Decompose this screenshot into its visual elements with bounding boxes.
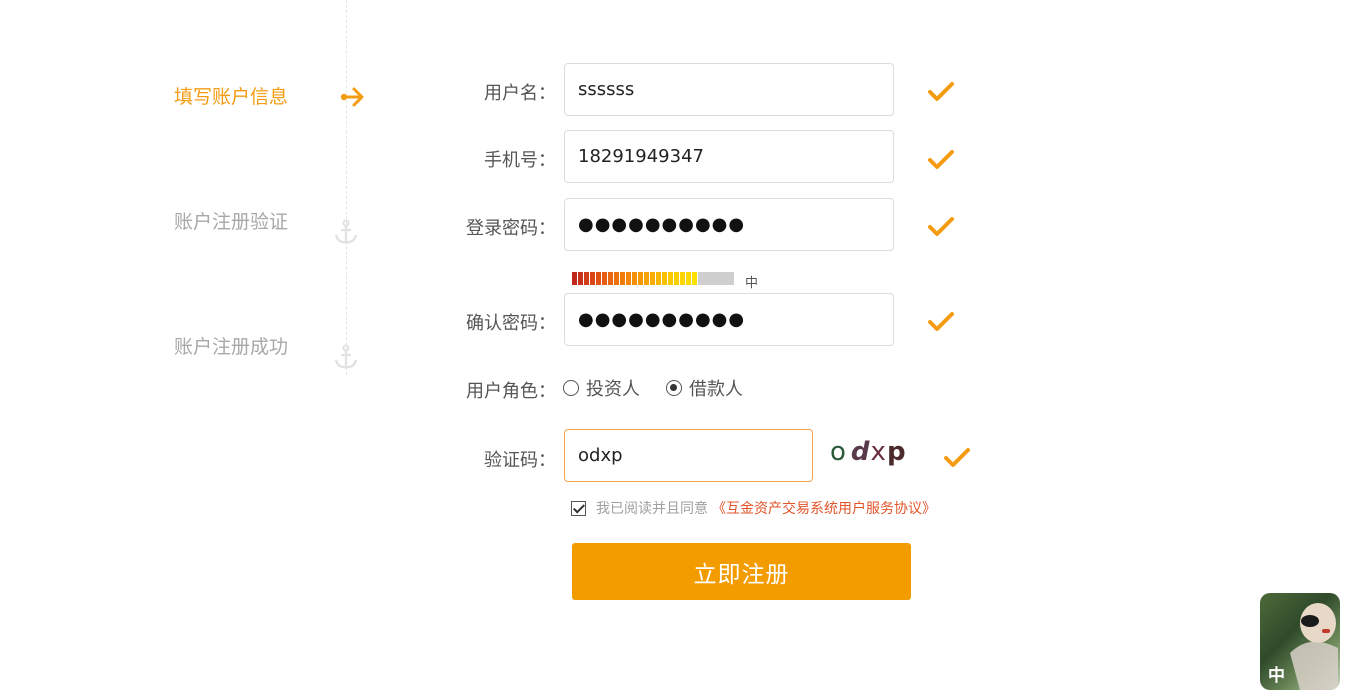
strength-segment: [596, 272, 601, 285]
check-icon: [928, 312, 954, 331]
strength-segment: [590, 272, 595, 285]
agreement-text: 我已阅读并且同意: [596, 501, 708, 517]
captcha-label: 验证码：: [484, 450, 556, 471]
strength-segment: [662, 272, 667, 285]
floating-avatar[interactable]: 中: [1260, 593, 1340, 690]
strength-segment: [614, 272, 619, 285]
role-option-investor[interactable]: 投资人: [586, 375, 640, 401]
captcha-input[interactable]: odxp: [564, 429, 813, 482]
strength-segment: [608, 272, 613, 285]
password-label: 登录密码：: [466, 218, 556, 239]
captcha-value: odxp: [578, 445, 623, 466]
agreement-row: 我已阅读并且同意 《互金资产交易系统用户服务协议》: [571, 498, 936, 518]
role-radio-group: 投资人 借款人: [563, 375, 743, 401]
confirm-password-value: ●●●●●●●●●●: [578, 309, 746, 330]
strength-segment: [626, 272, 631, 285]
strength-segment: [728, 272, 734, 285]
arrow-right-icon: [340, 87, 364, 107]
register-button[interactable]: 立即注册: [572, 543, 911, 600]
agreement-checkbox[interactable]: [571, 500, 586, 516]
strength-segment: [620, 272, 625, 285]
captcha-image[interactable]: o dxp: [830, 437, 907, 467]
strength-segment: [656, 272, 661, 285]
phone-value: 18291949347: [578, 146, 704, 167]
strength-segment: [632, 272, 637, 285]
password-input[interactable]: ●●●●●●●●●●: [564, 198, 894, 251]
phone-label: 手机号：: [484, 150, 556, 171]
phone-input[interactable]: 18291949347: [564, 130, 894, 183]
role-radio-investor[interactable]: [563, 380, 579, 396]
role-radio-borrower[interactable]: [666, 380, 682, 396]
anchor-icon: [334, 344, 358, 369]
strength-segment: [644, 272, 649, 285]
strength-segment: [572, 272, 577, 285]
confirm-password-label: 确认密码：: [466, 313, 556, 334]
agreement-link[interactable]: 《互金资产交易系统用户服务协议》: [712, 498, 936, 518]
username-label: 用户名：: [484, 83, 556, 104]
password-strength-label: 中: [745, 276, 759, 291]
strength-segment: [692, 272, 697, 285]
anchor-icon: [334, 219, 358, 244]
strength-segment: [668, 272, 673, 285]
strength-segment: [680, 272, 685, 285]
check-icon: [944, 448, 970, 467]
step-account-success: 账户注册成功: [174, 336, 289, 358]
check-icon: [928, 82, 954, 101]
role-label: 用户角色：: [466, 381, 556, 402]
strength-segment: [578, 272, 583, 285]
step-fill-account-info: 填写账户信息: [174, 86, 289, 108]
ime-badge: 中: [1268, 666, 1285, 686]
username-value: ssssss: [578, 79, 635, 100]
strength-segment: [638, 272, 643, 285]
password-value: ●●●●●●●●●●: [578, 214, 746, 235]
check-icon: [928, 150, 954, 169]
strength-segment: [650, 272, 655, 285]
check-icon: [928, 217, 954, 236]
password-strength-meter: [572, 272, 734, 285]
username-input[interactable]: ssssss: [564, 63, 894, 116]
role-option-borrower[interactable]: 借款人: [689, 375, 743, 401]
strength-segment: [686, 272, 691, 285]
step-timeline-line: [346, 0, 347, 375]
strength-segment: [674, 272, 679, 285]
strength-segment: [602, 272, 607, 285]
step-account-verify: 账户注册验证: [174, 211, 289, 233]
strength-segment: [584, 272, 589, 285]
confirm-password-input[interactable]: ●●●●●●●●●●: [564, 293, 894, 346]
